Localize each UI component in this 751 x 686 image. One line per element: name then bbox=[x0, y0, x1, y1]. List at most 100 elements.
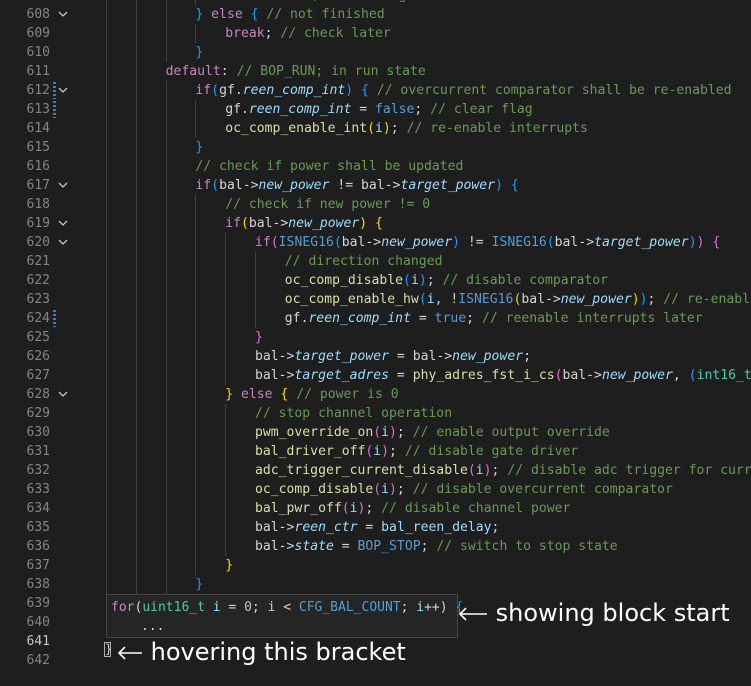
code-token: { bbox=[250, 7, 259, 22]
line-number: 624 bbox=[26, 311, 50, 326]
indent-guide bbox=[195, 100, 197, 119]
line-number: 611 bbox=[26, 64, 50, 79]
code-token: = bbox=[357, 520, 382, 535]
code-line[interactable]: 638} bbox=[0, 575, 751, 594]
code-line[interactable]: 616 // check if power shall be updated bbox=[0, 157, 751, 176]
indent-guide bbox=[225, 423, 227, 442]
code-line[interactable]: 623 oc_comp_enable_hw(i, !ISNEG16(bal->ne… bbox=[0, 290, 751, 309]
code-token: ; bbox=[390, 121, 407, 136]
indent-guide bbox=[106, 214, 107, 233]
indent-guide bbox=[225, 252, 227, 271]
line-number: 629 bbox=[26, 406, 50, 421]
code-token: bal bbox=[255, 520, 279, 535]
code-line[interactable]: 614 oc_comp_enable_int(i); // re-enable i… bbox=[0, 119, 751, 138]
fold-chevron-icon[interactable] bbox=[55, 81, 71, 100]
indent-guide bbox=[106, 176, 107, 195]
fold-chevron-icon[interactable] bbox=[55, 5, 71, 24]
indent-guide bbox=[106, 138, 107, 157]
code-token: ++ bbox=[424, 600, 440, 615]
line-number: 621 bbox=[26, 254, 50, 269]
code-line[interactable]: 612 if(gf.reen_comp_int) { // overcurrent… bbox=[0, 81, 751, 100]
code-line[interactable]: 635 bal->reen_ctr = bal_reen_delay; bbox=[0, 518, 751, 537]
code-token: 0 bbox=[244, 600, 252, 615]
code-line[interactable]: 626 bal->target_power = bal->new_power; bbox=[0, 347, 751, 366]
indent-guide bbox=[225, 290, 227, 309]
line-number: 632 bbox=[26, 463, 50, 478]
code-line[interactable]: 630 pwm_override_on(i); // enable output … bbox=[0, 423, 751, 442]
code-token: ) bbox=[345, 83, 354, 98]
code-token: // disable channel power bbox=[381, 501, 571, 516]
indent-guide bbox=[165, 290, 167, 309]
fold-chevron-icon[interactable] bbox=[55, 176, 71, 195]
fold-chevron-icon[interactable] bbox=[55, 385, 71, 404]
code-line[interactable]: 636 bal->state = BOP_STOP; // switch to s… bbox=[0, 537, 751, 556]
indent-guide bbox=[106, 404, 107, 423]
code-line[interactable]: 620 if(ISNEG16(bal->new_power) != ISNEG16… bbox=[0, 233, 751, 252]
code-text: } bbox=[255, 328, 263, 347]
code-token: // re-enable wi bbox=[663, 292, 751, 307]
indent-guide bbox=[195, 252, 197, 271]
code-token: for bbox=[111, 600, 135, 615]
indent-guide bbox=[135, 575, 137, 594]
code-token: -> bbox=[384, 178, 401, 193]
code-line[interactable]: 627 bal->target_adres = phy_adres_fst_i_c… bbox=[0, 366, 751, 385]
indent-guide bbox=[195, 347, 197, 366]
code-token: ) bbox=[389, 425, 397, 440]
code-token: ; bbox=[396, 425, 413, 440]
code-line[interactable]: 625} bbox=[0, 328, 751, 347]
code-line[interactable]: 615} bbox=[0, 138, 751, 157]
code-line[interactable]: 633 oc_comp_disable(i); // disable overcu… bbox=[0, 480, 751, 499]
code-token: i bbox=[374, 121, 383, 136]
line-number: 637 bbox=[26, 558, 50, 573]
code-token: // reenable interrupts later bbox=[481, 311, 703, 326]
code-token: = bbox=[389, 368, 413, 383]
code-token: ) bbox=[483, 463, 492, 478]
hovered-bracket[interactable]: } bbox=[104, 642, 112, 657]
code-line[interactable]: 619 if(bal->new_power) { bbox=[0, 214, 751, 233]
indent-guide bbox=[225, 347, 227, 366]
code-line[interactable]: 631 bal_driver_off(i); // disable gate dr… bbox=[0, 442, 751, 461]
indent-guide bbox=[135, 100, 137, 119]
indent-guide bbox=[195, 309, 197, 328]
indent-guide bbox=[195, 537, 197, 556]
code-line[interactable]: 624 gf.reen_comp_int = true; // reenable … bbox=[0, 309, 751, 328]
code-token: new_power bbox=[560, 292, 632, 307]
indent-guide bbox=[135, 157, 137, 176]
indent-guide bbox=[165, 328, 167, 347]
indent-guide bbox=[255, 271, 256, 290]
indent-guide bbox=[165, 366, 167, 385]
code-line[interactable]: 617 if(bal->new_power != bal->target_powe… bbox=[0, 176, 751, 195]
code-line[interactable]: 628} else { // power is 0 bbox=[0, 385, 751, 404]
indent-guide bbox=[135, 423, 137, 442]
indent-guide bbox=[195, 195, 197, 214]
code-line[interactable]: 609 break; // check later bbox=[0, 24, 751, 43]
code-editor[interactable]: 607// no break; fallthrough to run state… bbox=[0, 0, 751, 686]
code-line[interactable]: 622 oc_comp_disable(i); // disable compar… bbox=[0, 271, 751, 290]
code-line[interactable]: 632 adc_trigger_current_disable(i); // di… bbox=[0, 461, 751, 480]
code-line[interactable]: 621 // direction changed bbox=[0, 252, 751, 271]
code-line[interactable]: 613 gf.reen_comp_int = false; // clear fl… bbox=[0, 100, 751, 119]
code-line[interactable]: 610} bbox=[0, 43, 751, 62]
code-token: ; bbox=[491, 520, 500, 535]
indent-guide bbox=[106, 328, 107, 347]
fold-chevron-icon[interactable] bbox=[55, 233, 71, 252]
code-line[interactable]: 608} else { // not finished bbox=[0, 5, 751, 24]
code-line[interactable]: 629 // stop channel operation bbox=[0, 404, 751, 423]
code-line[interactable]: 611 default: // BOP_RUN; in run state bbox=[0, 62, 751, 81]
code-token: ( bbox=[554, 368, 563, 383]
code-token: i bbox=[373, 444, 382, 459]
code-token: ; bbox=[414, 102, 431, 117]
code-token: -> bbox=[278, 520, 295, 535]
indent-guide bbox=[165, 461, 167, 480]
code-line[interactable]: 618 // check if new power != 0 bbox=[0, 195, 751, 214]
code-token: { bbox=[361, 83, 369, 98]
indent-guide bbox=[165, 157, 167, 176]
code-token: // switch to stop state bbox=[436, 539, 618, 554]
code-line[interactable]: 637} bbox=[0, 556, 751, 575]
fold-chevron-icon[interactable] bbox=[55, 214, 71, 233]
code-line[interactable]: 634 bal_pwr_off(i); // disable channel po… bbox=[0, 499, 751, 518]
code-text: oc_comp_disable(i); // disable overcurre… bbox=[255, 480, 673, 499]
annotation-hovering-text: hovering this bracket bbox=[150, 638, 406, 666]
line-number: 610 bbox=[26, 45, 50, 60]
